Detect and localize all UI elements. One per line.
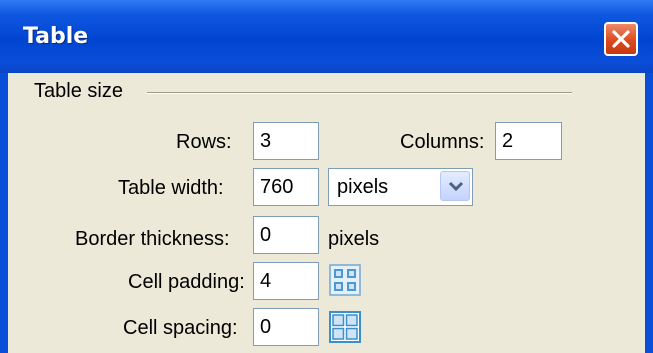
group-divider [147, 92, 572, 94]
columns-label: Columns: [400, 131, 485, 153]
width-unit-select[interactable]: pixels [328, 168, 473, 206]
close-button[interactable] [604, 22, 638, 56]
table-width-input[interactable]: 760 [253, 168, 319, 206]
close-icon [612, 30, 630, 48]
window-title: Table [23, 24, 89, 49]
cell-spacing-input[interactable]: 0 [253, 308, 319, 346]
dropdown-button[interactable] [440, 171, 470, 201]
table-width-label: Table width: [118, 177, 224, 199]
width-unit-value: pixels [337, 176, 389, 198]
dialog-window: Table Table size Rows: 3 Columns: 2 Tabl… [0, 0, 653, 353]
chevron-down-icon [448, 181, 464, 192]
border-thickness-input[interactable]: 0 [253, 216, 319, 254]
cell-spacing-icon [329, 311, 361, 343]
cell-spacing-label: Cell spacing: [123, 317, 238, 339]
rows-input[interactable]: 3 [253, 122, 319, 160]
columns-input[interactable]: 2 [495, 122, 562, 160]
border-thickness-label: Border thickness: [75, 228, 230, 250]
rows-label: Rows: [176, 131, 232, 153]
cell-padding-icon [329, 264, 361, 296]
dialog-body [8, 73, 645, 353]
cell-padding-input[interactable]: 4 [253, 262, 319, 300]
table-size-group-label: Table size [34, 80, 123, 102]
cell-padding-label: Cell padding: [128, 271, 245, 293]
border-unit-label: pixels [328, 228, 380, 250]
title-bar[interactable]: Table [0, 0, 653, 73]
